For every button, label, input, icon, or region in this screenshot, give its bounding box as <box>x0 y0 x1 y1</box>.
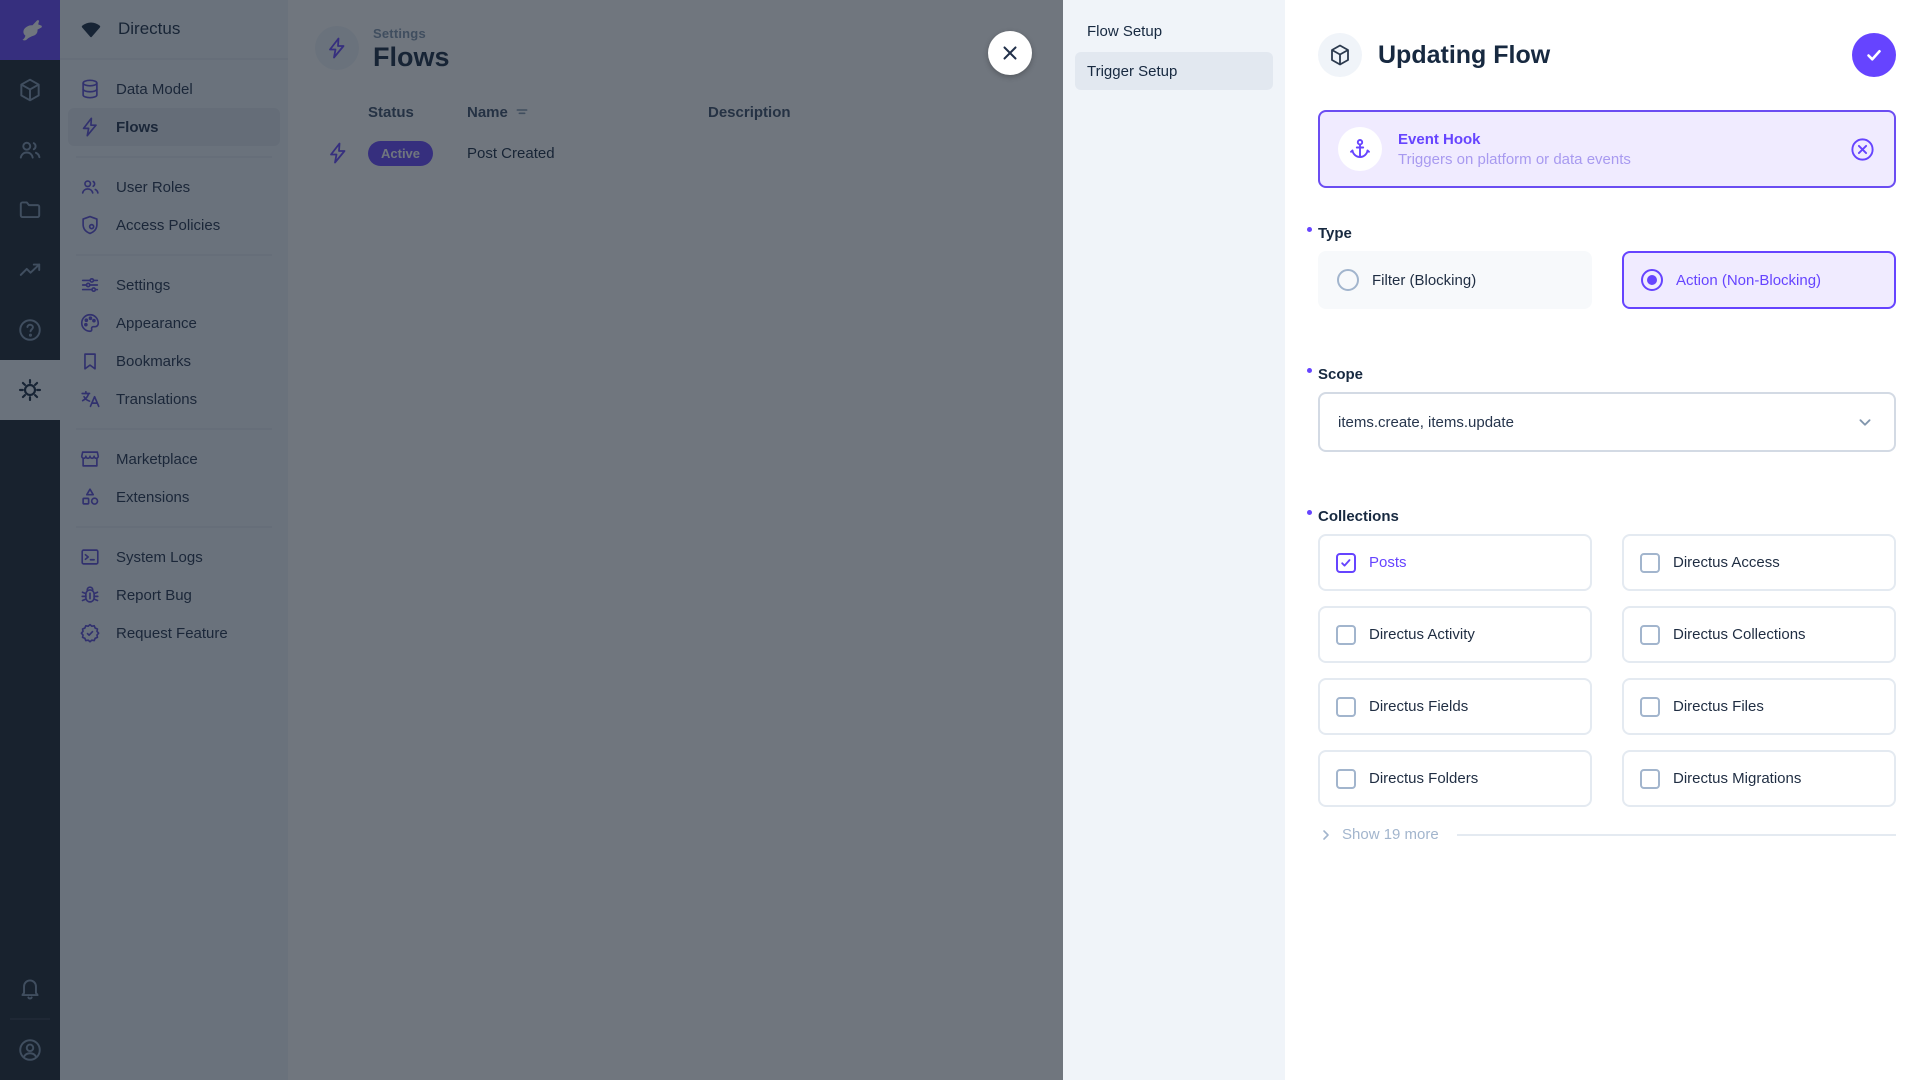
divider-line <box>1457 834 1896 836</box>
collections-label: Collections <box>1318 508 1399 525</box>
checkbox-icon <box>1640 553 1660 573</box>
checkbox-icon <box>1336 769 1356 789</box>
radio-selected-icon <box>1641 269 1663 291</box>
collection-directus-activity[interactable]: Directus Activity <box>1318 606 1592 663</box>
chevron-right-icon <box>1318 827 1334 843</box>
close-icon <box>999 42 1021 64</box>
drawer-backdrop[interactable] <box>0 0 1063 1080</box>
drawer-nav: Flow Setup Trigger Setup <box>1063 0 1285 1080</box>
checkbox-icon <box>1640 625 1660 645</box>
event-hook-banner: Event Hook Triggers on platform or data … <box>1318 110 1896 188</box>
collection-directus-fields[interactable]: Directus Fields <box>1318 678 1592 735</box>
deselect-trigger-button[interactable] <box>1849 136 1876 163</box>
collection-directus-access[interactable]: Directus Access <box>1622 534 1896 591</box>
trigger-type-subtitle: Triggers on platform or data events <box>1398 151 1631 168</box>
type-option-filter[interactable]: Filter (Blocking) <box>1318 251 1592 309</box>
drawer-title: Updating Flow <box>1378 41 1550 70</box>
collections-grid: Posts Directus Access Directus Activity … <box>1318 534 1896 807</box>
collection-directus-folders[interactable]: Directus Folders <box>1318 750 1592 807</box>
collection-posts[interactable]: Posts <box>1318 534 1592 591</box>
checkbox-icon <box>1640 769 1660 789</box>
type-option-label: Filter (Blocking) <box>1372 272 1476 289</box>
drawer-nav-flow-setup[interactable]: Flow Setup <box>1075 12 1273 50</box>
drawer-nav-trigger-setup[interactable]: Trigger Setup <box>1075 52 1273 90</box>
checkbox-icon <box>1640 697 1660 717</box>
scope-value: items.create, items.update <box>1338 414 1514 431</box>
chevron-down-icon <box>1854 411 1876 433</box>
scope-label: Scope <box>1318 366 1363 383</box>
show-more-button[interactable]: Show 19 more <box>1318 826 1896 843</box>
check-icon <box>1862 43 1886 67</box>
cube-icon <box>1328 43 1352 67</box>
checkbox-checked-icon <box>1336 553 1356 573</box>
checkbox-icon <box>1336 625 1356 645</box>
radio-unselected-icon <box>1337 269 1359 291</box>
type-option-action[interactable]: Action (Non-Blocking) <box>1622 251 1896 309</box>
checkbox-icon <box>1336 697 1356 717</box>
scope-select[interactable]: items.create, items.update <box>1318 392 1896 452</box>
close-drawer-button[interactable] <box>988 31 1032 75</box>
type-label: Type <box>1318 225 1352 242</box>
trigger-type-title: Event Hook <box>1398 131 1631 148</box>
collection-directus-migrations[interactable]: Directus Migrations <box>1622 750 1896 807</box>
anchor-icon <box>1338 127 1382 171</box>
type-option-label: Action (Non-Blocking) <box>1676 272 1821 289</box>
collection-directus-files[interactable]: Directus Files <box>1622 678 1896 735</box>
collection-directus-collections[interactable]: Directus Collections <box>1622 606 1896 663</box>
cancel-circle-icon <box>1849 136 1876 163</box>
drawer-header-icon <box>1318 33 1362 77</box>
drawer-main: Updating Flow Event Hook Triggers on pla… <box>1285 0 1920 1080</box>
show-more-label: Show 19 more <box>1342 826 1439 843</box>
updating-flow-drawer: Flow Setup Trigger Setup Updating Flow E… <box>1063 0 1920 1080</box>
save-button[interactable] <box>1852 33 1896 77</box>
